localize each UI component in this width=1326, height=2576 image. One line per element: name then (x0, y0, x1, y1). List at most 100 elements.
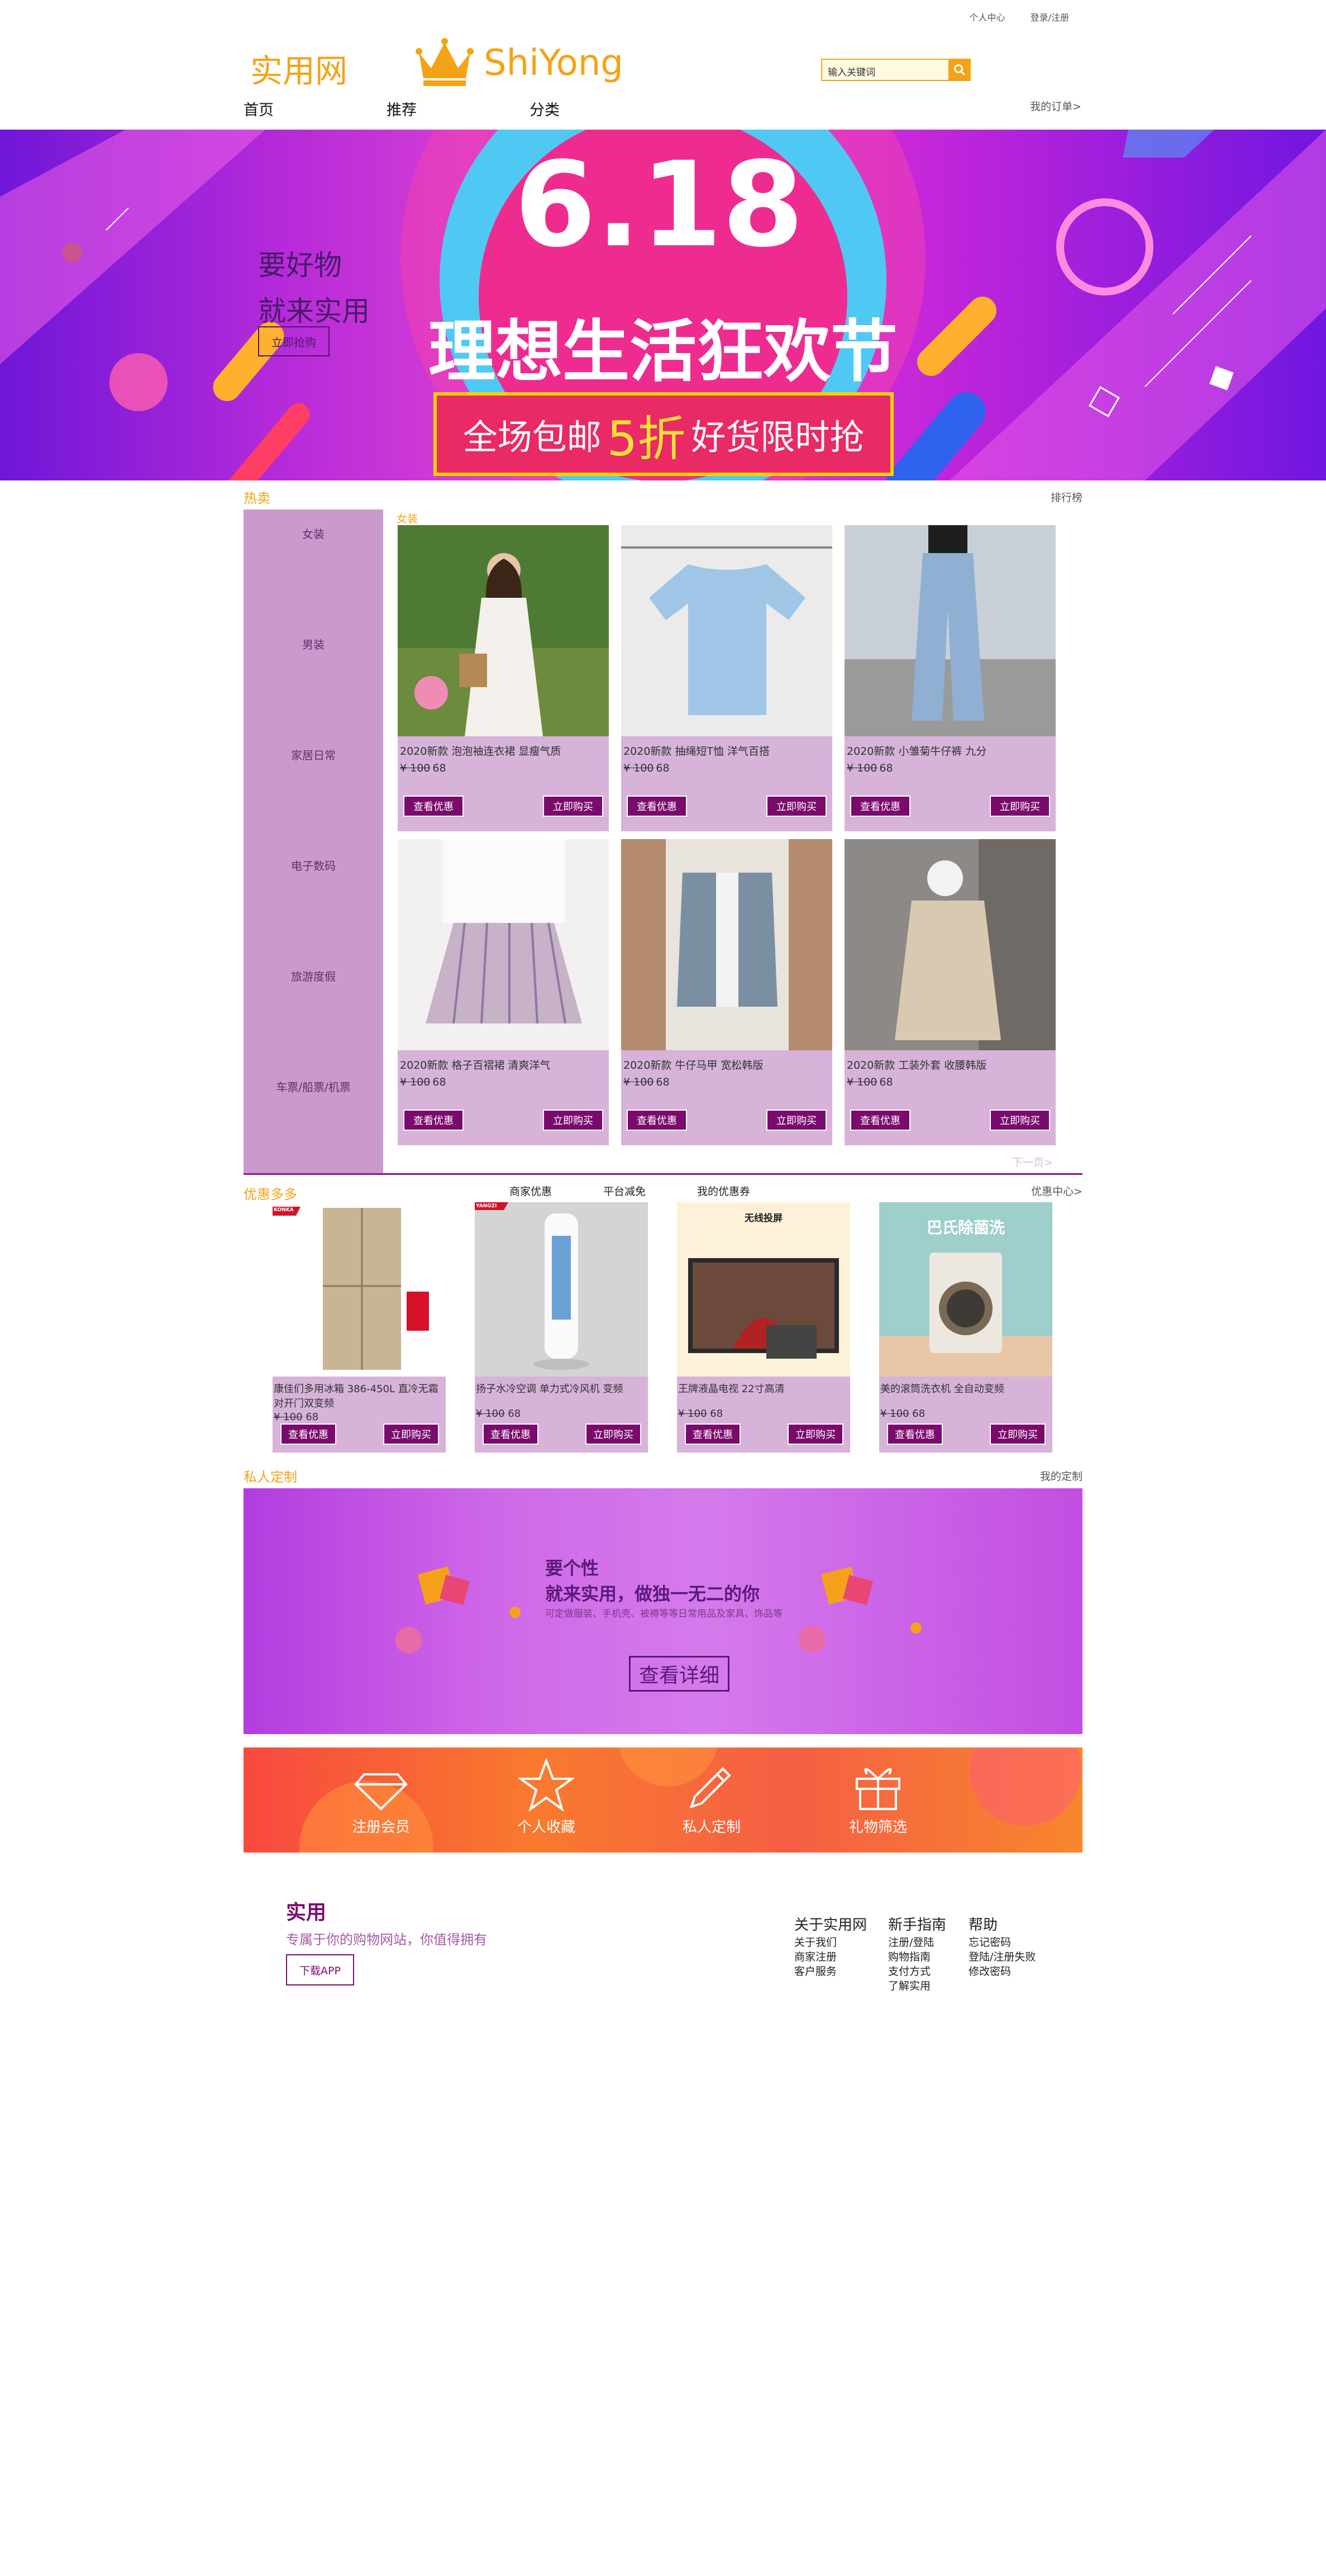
product-name[interactable]: 2020新款 牛仔马甲 宽松韩版 (623, 1057, 830, 1072)
search-input[interactable]: 输入关键词 (821, 59, 950, 81)
product-price: ¥ 100 68 (847, 762, 893, 774)
product-name[interactable]: 2020新款 泡泡袖连衣裙 显瘦气质 (400, 743, 607, 758)
category-item-digital[interactable]: 电子数码 (244, 857, 383, 873)
logo-en[interactable]: ShiYong (484, 42, 623, 84)
download-app-button[interactable]: 下载APP (286, 1954, 354, 1985)
view-coupon-button[interactable]: 查看优惠 (850, 1110, 910, 1131)
product-card[interactable]: 2020新款 泡泡袖连衣裙 显瘦气质 ¥ 100 68 查看优惠 立即购买 (398, 525, 609, 831)
custom-detail-button[interactable]: 查看详细 (629, 1656, 729, 1692)
footer-link[interactable]: 商家注册 (794, 1950, 867, 1964)
category-item-men[interactable]: 男装 (244, 636, 383, 652)
product-card[interactable]: 2020新款 抽绳短T恤 洋气百搭 ¥ 100 68 查看优惠 立即购买 (621, 525, 832, 831)
footer-link[interactable]: 修改密码 (969, 1964, 1036, 1979)
banner-subline-c: 好货限时抢 (691, 417, 865, 458)
buy-now-button[interactable]: 立即购买 (543, 1110, 603, 1131)
product-name[interactable]: 美的滚筒洗衣机 全自动变频 (880, 1382, 1051, 1397)
product-new-price: 68 (508, 1408, 521, 1420)
banner-subline-b: 5折 (607, 411, 686, 467)
promo-card[interactable]: 巴氏除菌洗 美的滚筒洗衣机 全自动变频 ¥ 100 68 查看优惠 立即购买 (879, 1202, 1052, 1453)
footer-link[interactable]: 客户服务 (794, 1964, 867, 1979)
footer-col-about: 关于实用网 关于我们 商家注册 客户服务 (794, 1915, 867, 1979)
view-coupon-button[interactable]: 查看优惠 (280, 1423, 336, 1445)
nav-home[interactable]: 首页 (244, 98, 274, 120)
view-coupon-button[interactable]: 查看优惠 (850, 796, 910, 817)
hot-section-title: 热卖 (244, 491, 270, 506)
product-price: ¥ 100 68 (274, 1411, 318, 1423)
view-coupon-button[interactable]: 查看优惠 (887, 1423, 943, 1445)
buy-now-button[interactable]: 立即购买 (990, 796, 1050, 817)
footer-col-title: 新手指南 (888, 1917, 947, 1934)
product-new-price: 68 (432, 762, 446, 774)
category-item-women[interactable]: 女装 (244, 525, 383, 541)
footer-link[interactable]: 忘记密码 (969, 1935, 1036, 1950)
product-name[interactable]: 2020新款 抽绳短T恤 洋气百搭 (623, 743, 830, 758)
footer-link[interactable]: 支付方式 (888, 1964, 946, 1979)
promo-tab-merchant[interactable]: 商家优惠 (509, 1183, 552, 1198)
product-name[interactable]: 2020新款 格子百褶裙 清爽洋气 (400, 1057, 607, 1072)
promo-tab-platform[interactable]: 平台减免 (603, 1183, 646, 1198)
banner-subline-box: 全场包邮 5折 好货限时抢 (433, 392, 894, 476)
footer-link[interactable]: 了解实用 (888, 1979, 946, 1993)
logo-cn[interactable]: 实用网 (250, 45, 347, 92)
product-new-price: 68 (306, 1411, 319, 1423)
buy-now-button[interactable]: 立即购买 (585, 1423, 641, 1445)
product-name[interactable]: 2020新款 工装外套 收腰韩版 (847, 1057, 1053, 1072)
search-button[interactable] (948, 59, 971, 81)
category-item-travel[interactable]: 旅游度假 (244, 968, 383, 984)
login-register-link[interactable]: 登录/注册 (1031, 12, 1069, 23)
view-coupon-button[interactable]: 查看优惠 (483, 1423, 538, 1445)
promo-section-title: 优惠多多 (244, 1187, 297, 1202)
view-coupon-button[interactable]: 查看优惠 (403, 796, 464, 817)
product-card[interactable]: 2020新款 格子百褶裙 清爽洋气 ¥ 100 68 查看优惠 立即购买 (398, 839, 609, 1145)
product-name[interactable]: 王牌液晶电视 22寸高清 (678, 1382, 849, 1397)
banner-buy-button[interactable]: 立即抢购 (258, 326, 330, 356)
buy-now-button[interactable]: 立即购买 (543, 796, 603, 817)
footer-link[interactable]: 购物指南 (888, 1950, 946, 1964)
my-orders-link[interactable]: 我的订单> (1030, 98, 1081, 113)
product-card[interactable]: 2020新款 小雏菊牛仔裤 九分 ¥ 100 68 查看优惠 立即购买 (845, 525, 1056, 831)
category-item-home[interactable]: 家居日常 (244, 746, 383, 763)
footer-link[interactable]: 关于我们 (794, 1935, 867, 1950)
feature-custom[interactable]: 私人定制 (656, 1748, 767, 1853)
promo-card[interactable]: YANGZI 扬子水冷空调 单力式冷风机 变频 ¥ 100 68 查看优惠 立即… (475, 1202, 648, 1453)
buy-now-button[interactable]: 立即购买 (383, 1423, 439, 1445)
buy-now-button[interactable]: 立即购买 (990, 1110, 1050, 1131)
view-coupon-button[interactable]: 查看优惠 (403, 1110, 464, 1131)
ranking-link[interactable]: 排行榜 (1051, 489, 1082, 504)
next-page-link[interactable]: 下一页> (1012, 1154, 1053, 1169)
promo-card[interactable]: KONKA 康佳们多用冰箱 386-450L 直冷无霜 对开门双变频 ¥ 100… (273, 1202, 446, 1453)
feature-gift[interactable]: 礼物筛选 (822, 1748, 934, 1853)
product-photo-aircooler (475, 1202, 648, 1377)
product-old-price: ¥ 100 (623, 762, 654, 774)
footer-col-guide: 新手指南 注册/登陆 购物指南 支付方式 了解实用 (888, 1915, 946, 1993)
product-name[interactable]: 康佳们多用冰箱 386-450L 直冷无霜 对开门双变频 (274, 1382, 445, 1411)
promo-tab-my-coupons[interactable]: 我的优惠券 (697, 1183, 750, 1198)
feature-favorites[interactable]: 个人收藏 (490, 1748, 602, 1853)
nav-category[interactable]: 分类 (530, 98, 560, 120)
feature-favorites-label: 个人收藏 (517, 1819, 575, 1836)
footer-link[interactable]: 登陆/注册失败 (969, 1950, 1036, 1964)
buy-now-button[interactable]: 立即购买 (766, 796, 827, 817)
product-price: ¥ 100 68 (400, 1076, 446, 1088)
nav-recommend[interactable]: 推荐 (387, 98, 417, 120)
promo-screen-title: 无线投屏 (745, 1213, 783, 1224)
buy-now-button[interactable]: 立即购买 (766, 1110, 827, 1131)
hero-banner[interactable]: 要好物 就来实用 立即抢购 6.18 理想生活狂欢节 全场包邮 5折 好货限时抢 (0, 130, 1326, 480)
product-name[interactable]: 扬子水冷空调 单力式冷风机 变频 (476, 1382, 647, 1397)
footer-link[interactable]: 注册/登陆 (888, 1935, 946, 1950)
my-custom-link[interactable]: 我的定制 (1040, 1468, 1082, 1483)
product-old-price: ¥ 100 (400, 762, 431, 774)
product-card[interactable]: 2020新款 工装外套 收腰韩版 ¥ 100 68 查看优惠 立即购买 (845, 839, 1056, 1145)
product-card[interactable]: 2020新款 牛仔马甲 宽松韩版 ¥ 100 68 查看优惠 立即购买 (621, 839, 832, 1145)
view-coupon-button[interactable]: 查看优惠 (627, 1110, 687, 1131)
personal-center-link[interactable]: 个人中心 (969, 12, 1005, 23)
feature-register[interactable]: 注册会员 (325, 1748, 437, 1853)
promo-card[interactable]: 无线投屏 王牌液晶电视 22寸高清 ¥ 100 68 查看优惠 立即购买 (677, 1202, 850, 1453)
buy-now-button[interactable]: 立即购买 (990, 1423, 1046, 1445)
category-item-tickets[interactable]: 车票/船票/机票 (244, 1078, 383, 1094)
buy-now-button[interactable]: 立即购买 (788, 1423, 843, 1445)
promo-center-link[interactable]: 优惠中心> (1031, 1183, 1082, 1198)
view-coupon-button[interactable]: 查看优惠 (627, 796, 687, 817)
product-name[interactable]: 2020新款 小雏菊牛仔裤 九分 (847, 743, 1053, 758)
view-coupon-button[interactable]: 查看优惠 (685, 1423, 741, 1445)
